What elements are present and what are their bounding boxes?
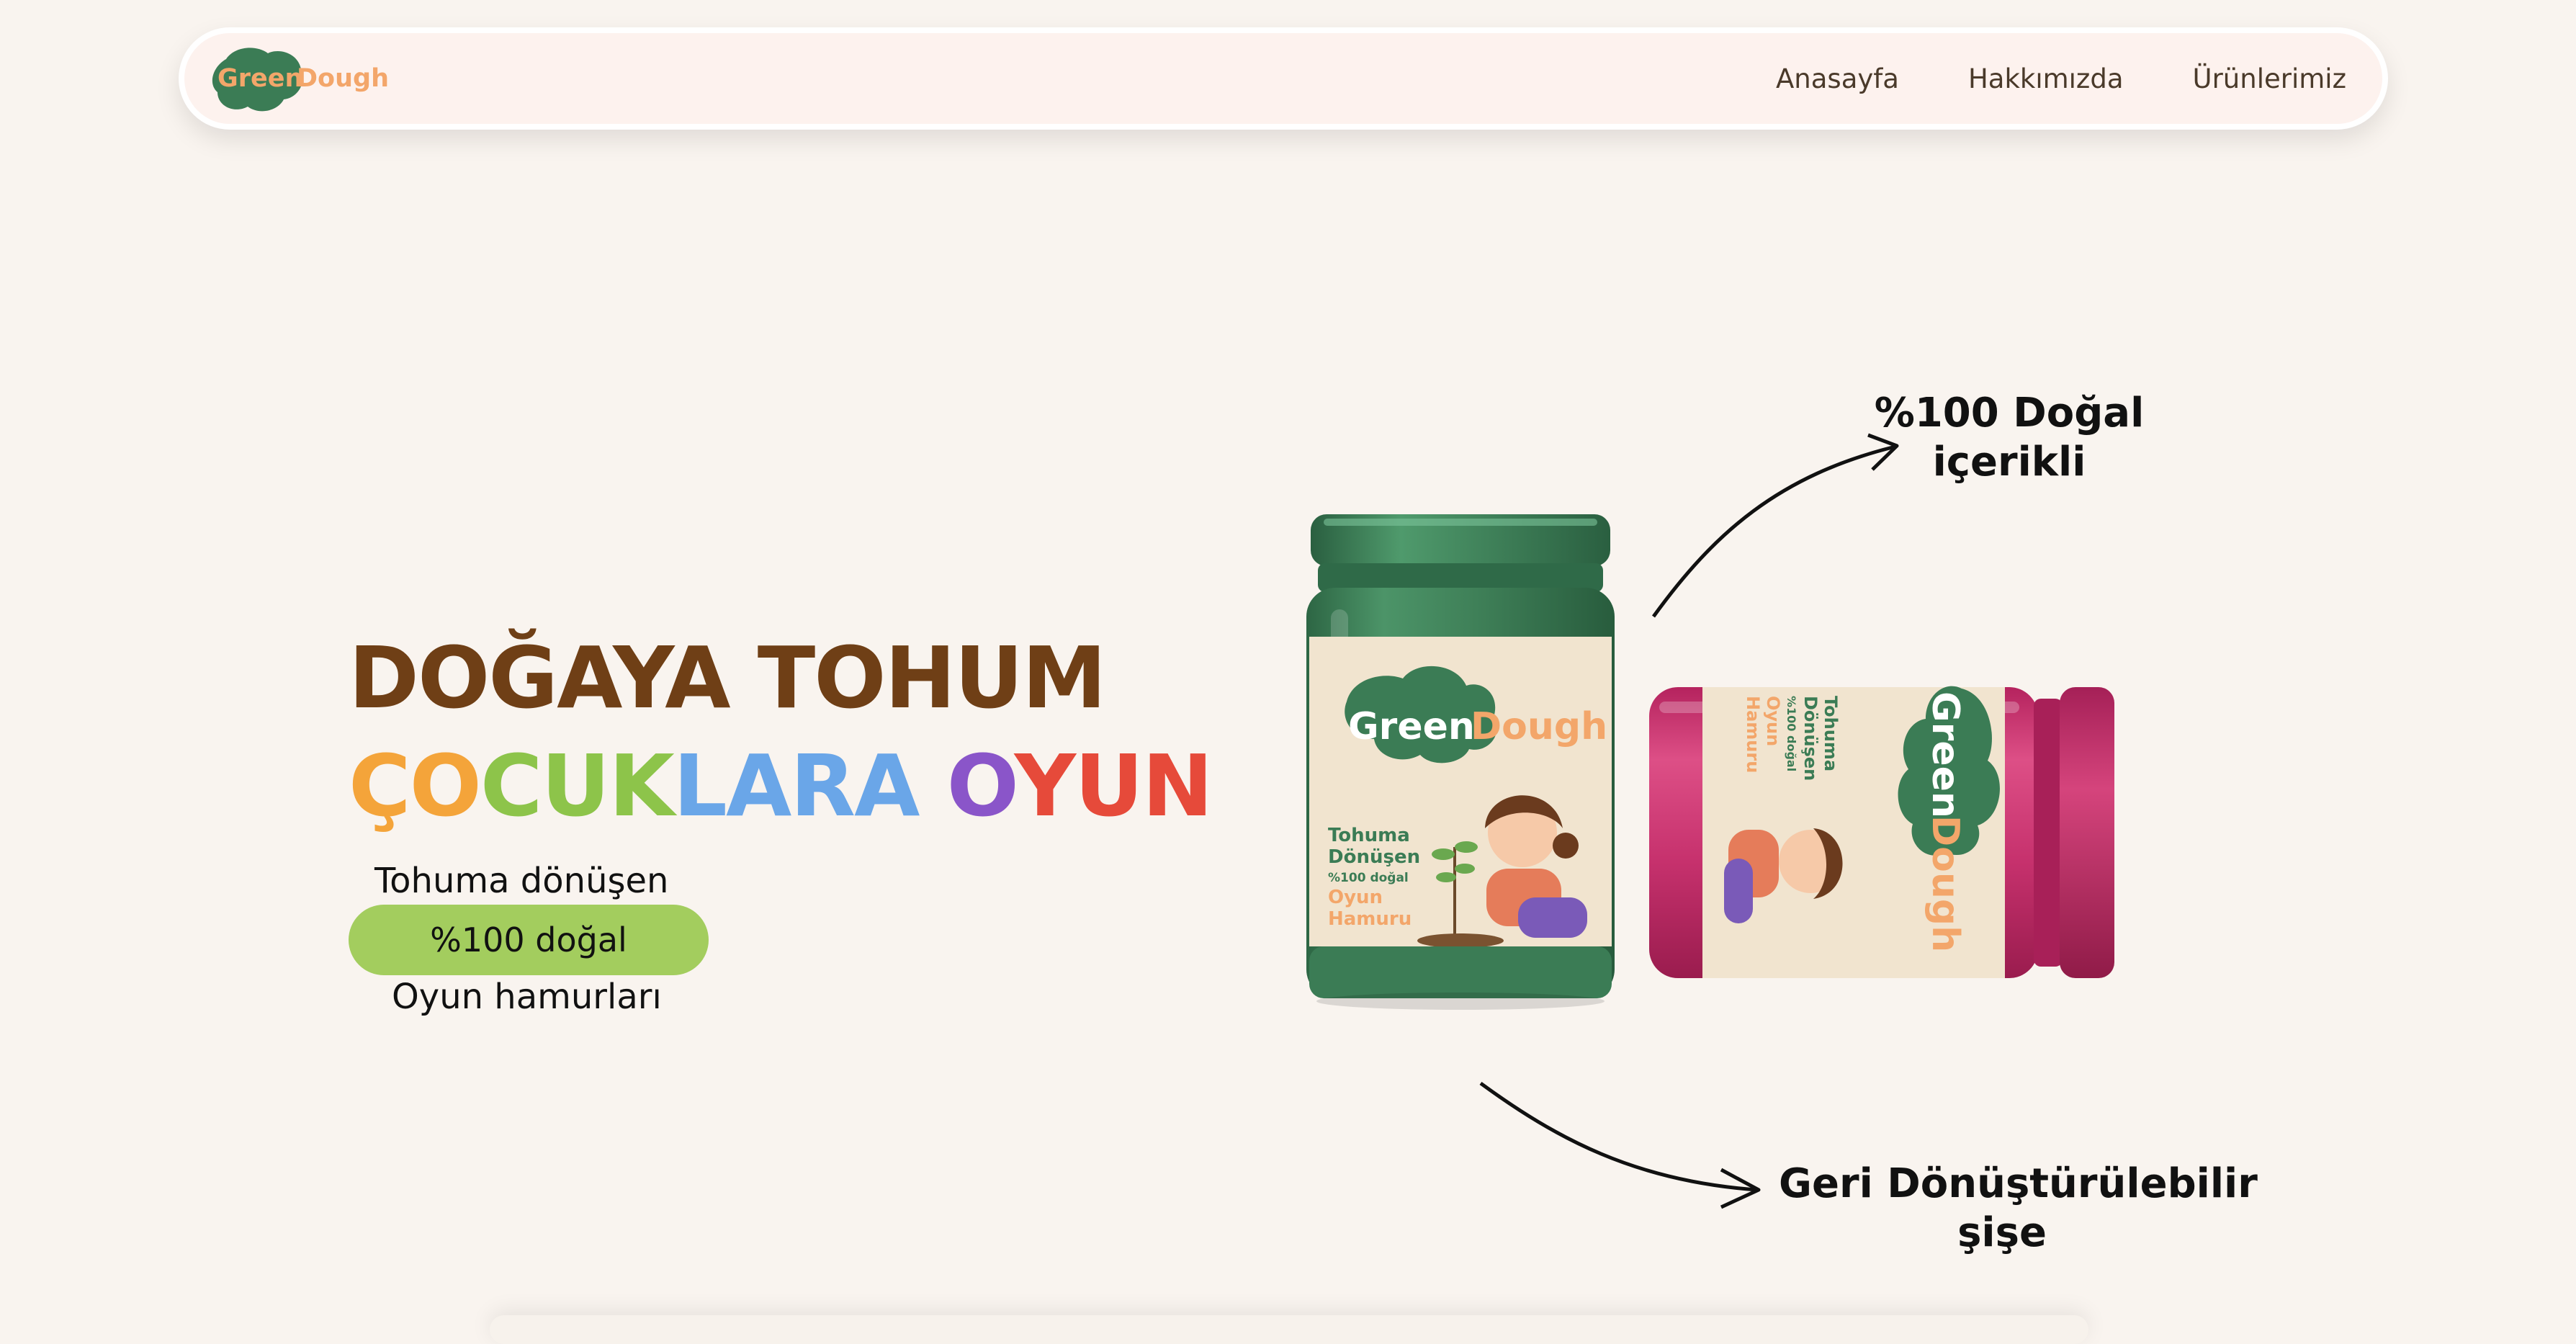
svg-text:Dönüşen: Dönüşen	[1800, 696, 1821, 781]
svg-text:Tohuma: Tohuma	[1328, 825, 1410, 846]
svg-text:Oyun: Oyun	[1328, 887, 1383, 908]
svg-text:Hamuru: Hamuru	[1743, 696, 1763, 773]
natural-badge: %100 doğal	[349, 905, 709, 975]
brand-logo[interactable]: Green Dough	[210, 45, 389, 114]
svg-text:Oyun: Oyun	[1763, 696, 1783, 746]
svg-text:Tohuma: Tohuma	[1821, 696, 1841, 771]
tagline-bottom: Oyun hamurları	[392, 977, 662, 1017]
nav-link-products[interactable]: Ürünlerimiz	[2193, 63, 2346, 94]
svg-text:Dough: Dough	[1924, 815, 1967, 952]
headline-segment: O	[946, 736, 1016, 835]
next-section-edge	[490, 1315, 2088, 1344]
logo-text-green: Green	[217, 64, 303, 93]
svg-text:%100 doğal: %100 doğal	[1328, 871, 1409, 885]
arrow-to-recyclable	[1479, 1081, 1758, 1192]
svg-text:Hamuru: Hamuru	[1328, 908, 1412, 930]
feature-recyclable-line2: şişe	[1957, 1209, 2047, 1256]
feature-natural-line1: %100 Doğal	[1874, 390, 2145, 436]
headline-segment: YUN	[1014, 736, 1213, 835]
svg-text:Green: Green	[1348, 705, 1475, 748]
feature-natural-line2: içerikli	[1932, 439, 2086, 485]
feature-recyclable-label: Geri Dönüştürülebilir şişe	[1779, 1160, 2258, 1258]
main-nav: Anasayfa Hakkımızda Ürünlerimiz	[1776, 33, 2346, 124]
svg-text:%100 doğal: %100 doğal	[1785, 696, 1798, 771]
hero-headline-line2: ÇOCUKLARA OYUN	[349, 736, 1213, 835]
top-navbar: Green Dough Anasayfa Hakkımızda Ürünleri…	[179, 27, 2388, 130]
hero-headline-line1: DOĞAYA TOHUM	[349, 628, 1107, 727]
nav-link-about[interactable]: Hakkımızda	[1968, 63, 2124, 94]
svg-text:Dough: Dough	[1471, 705, 1607, 748]
svg-text:Dönüşen: Dönüşen	[1328, 846, 1420, 868]
green-jar-image: Green Dough Tohuma Dönüşen %100 doğal Oy…	[1306, 514, 1615, 1010]
feature-recyclable-line1: Geri Dönüştürülebilir	[1779, 1160, 2258, 1207]
tagline-top: Tohuma dönüşen	[374, 861, 669, 901]
arrow-to-natural	[1651, 444, 1896, 618]
feature-natural-label: %100 Doğal içerikli	[1872, 389, 2146, 487]
headline-segment: ÇO	[349, 736, 482, 835]
nav-link-home[interactable]: Anasayfa	[1776, 63, 1899, 94]
pink-jar-image: Green Dough Tohuma Dönüşen %100 doğal Oy…	[1649, 686, 2114, 978]
headline-segment: LARA	[673, 736, 947, 835]
logo-text-dough: Dough	[297, 64, 389, 93]
headline-segment: CUK	[480, 736, 675, 835]
svg-text:Green: Green	[1924, 691, 1967, 818]
natural-badge-label: %100 doğal	[430, 920, 627, 959]
